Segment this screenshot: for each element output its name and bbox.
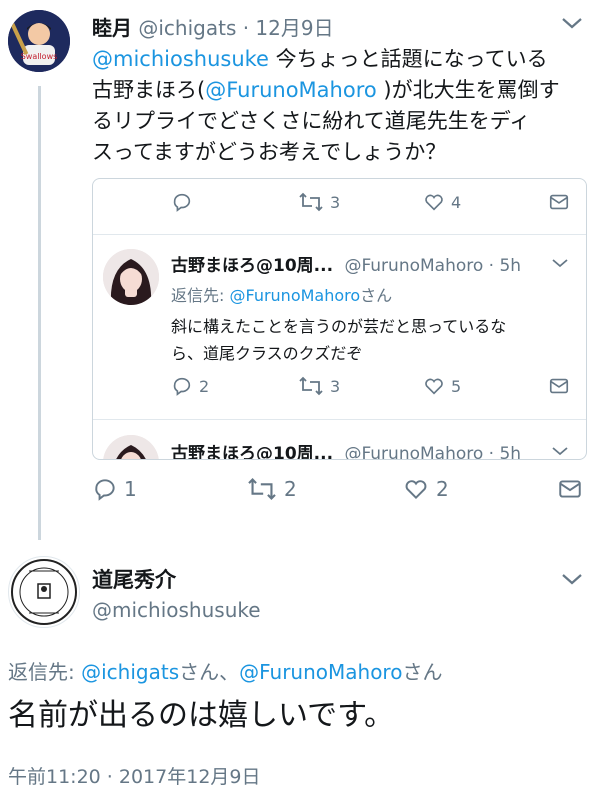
card-divider bbox=[93, 234, 586, 235]
quoted-thread-card[interactable]: 3 4 古野まほろ@10周... @FurunoMahoro · 5h 返信先:… bbox=[92, 178, 587, 460]
chevron-down-icon[interactable] bbox=[560, 14, 584, 32]
quoted-tweet-text: 斜に構えたことを言うのが芸だと思っているな ら、道尾クラスのクズだぞ bbox=[171, 317, 507, 363]
reply-button[interactable]: 1 bbox=[92, 476, 137, 502]
quoted-author-name[interactable]: 古野まほろ@10周... bbox=[171, 444, 333, 459]
like-button[interactable]: 2 bbox=[402, 476, 449, 502]
main-timestamp[interactable]: 午前11:20 · 2017年12月9日 bbox=[8, 762, 261, 789]
mention-link[interactable]: @FurunoMahoro bbox=[229, 286, 360, 305]
main-author-handle[interactable]: @michioshusuke bbox=[92, 598, 261, 622]
envelope-icon bbox=[549, 378, 569, 394]
quoted-author-name[interactable]: 古野まほろ@10周... bbox=[171, 256, 333, 276]
retweet-icon bbox=[299, 192, 323, 212]
envelope-icon bbox=[559, 480, 581, 498]
retweet-button[interactable]: 3 bbox=[298, 191, 340, 213]
main-tweet-text: 名前が出るのは嬉しいです。 bbox=[8, 698, 395, 733]
chevron-down-icon[interactable] bbox=[551, 445, 569, 457]
direct-message-button[interactable] bbox=[548, 191, 570, 213]
like-button[interactable]: 4 bbox=[423, 191, 461, 213]
mention-link[interactable]: @FurunoMahoro bbox=[239, 660, 402, 684]
direct-message-button[interactable] bbox=[548, 375, 570, 397]
tweet-date[interactable]: · 12月9日 bbox=[243, 16, 334, 40]
like-button[interactable]: 5 bbox=[423, 375, 461, 397]
avatar-ichigats[interactable]: Swallows bbox=[8, 10, 70, 72]
reply-icon bbox=[95, 479, 115, 501]
main-reply-to: 返信先: @ichigatsさん、@FurunoMahoroさん bbox=[8, 660, 443, 684]
mention-link[interactable]: @ichigats bbox=[81, 660, 179, 684]
author-handle[interactable]: @ichigats bbox=[138, 16, 236, 40]
thread-line bbox=[38, 86, 41, 540]
avatar-furunomahoro[interactable] bbox=[103, 435, 159, 459]
envelope-icon bbox=[549, 194, 569, 210]
reply-button[interactable]: 2 bbox=[171, 375, 209, 397]
mention-link[interactable]: @michioshusuke bbox=[92, 47, 269, 71]
avatar-furunomahoro[interactable] bbox=[103, 249, 159, 305]
direct-message-button[interactable] bbox=[556, 476, 584, 502]
chevron-down-icon[interactable] bbox=[560, 570, 584, 588]
quoted-author-handle[interactable]: @FurunoMahoro · 5h bbox=[344, 444, 521, 459]
heart-icon bbox=[425, 194, 443, 211]
heart-icon bbox=[405, 480, 427, 500]
chevron-down-icon[interactable] bbox=[551, 257, 569, 269]
quoted-reply-to: 返信先: @FurunoMahoroさん bbox=[171, 286, 393, 305]
quoted-author-handle[interactable]: @FurunoMahoro · 5h bbox=[344, 256, 521, 276]
author-name[interactable]: 睦月 bbox=[92, 16, 132, 40]
reply-icon bbox=[173, 377, 191, 396]
retweet-button[interactable]: 3 bbox=[298, 375, 340, 397]
retweet-button[interactable]: 2 bbox=[246, 476, 297, 502]
heart-icon bbox=[425, 378, 443, 395]
main-author-name[interactable]: 道尾秀介 bbox=[92, 564, 176, 594]
tweet-text: @michioshusuke 今ちょっと話題になっている 古野まほろ(@Furu… bbox=[92, 47, 560, 164]
card-divider bbox=[93, 419, 586, 420]
mention-link[interactable]: @FurunoMahoro bbox=[205, 78, 377, 102]
retweet-icon bbox=[248, 478, 276, 500]
avatar-michioshusuke[interactable] bbox=[8, 556, 80, 628]
retweet-icon bbox=[299, 376, 323, 396]
reply-icon bbox=[173, 193, 191, 212]
reply-button[interactable] bbox=[171, 191, 193, 213]
